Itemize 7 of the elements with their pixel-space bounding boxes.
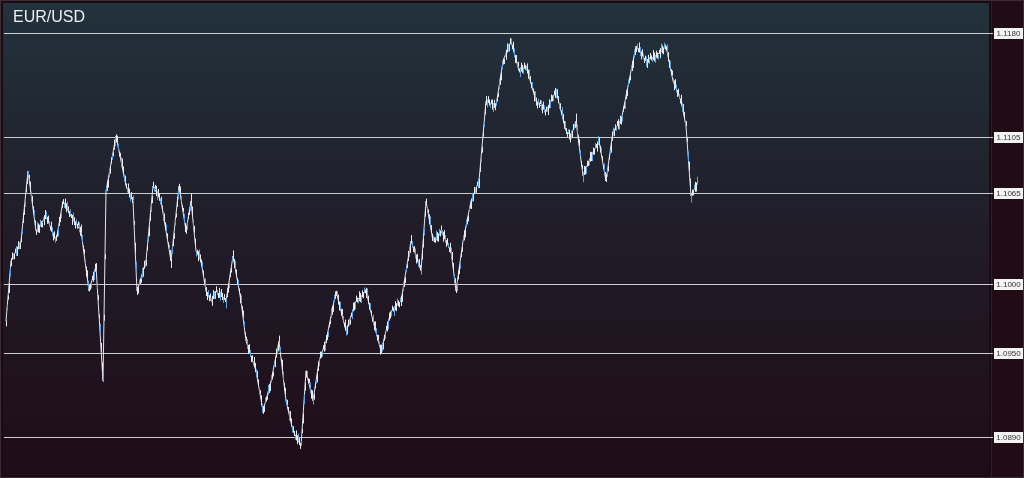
price-label: 1.0950: [994, 348, 1023, 359]
price-label: 1.1000: [994, 279, 1023, 290]
price-label: 1.0890: [994, 432, 1023, 443]
price-label: 1.1105: [994, 132, 1023, 143]
chart-title: EUR/USD: [13, 8, 85, 26]
price-label: 1.1180: [994, 28, 1023, 39]
price-label: 1.1065: [994, 188, 1023, 199]
